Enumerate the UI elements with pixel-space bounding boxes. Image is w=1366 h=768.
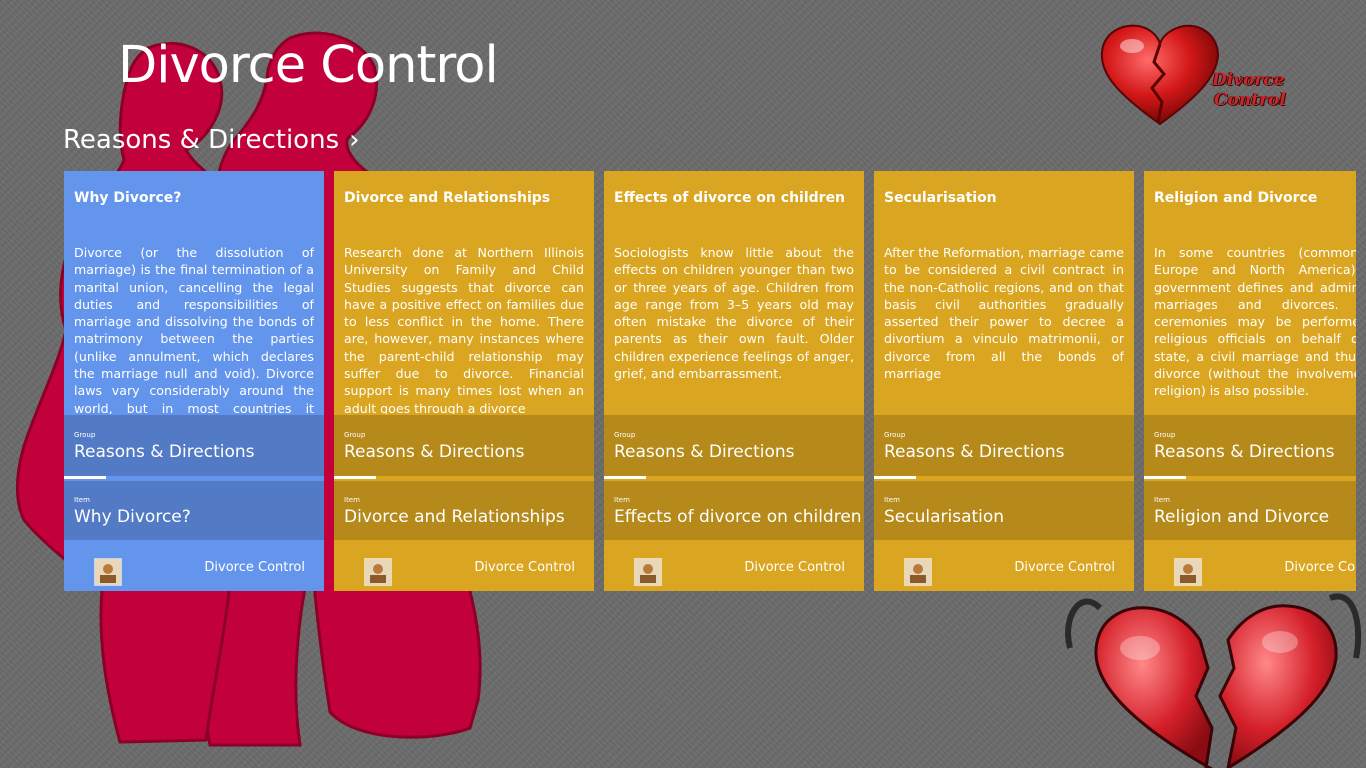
tile-body-text: In some countries (commonly in Europe an… bbox=[1154, 245, 1356, 399]
logo-text: Divorce Control bbox=[1212, 70, 1286, 110]
tile-title: Effects of divorce on children bbox=[614, 190, 846, 206]
wedding-cake-icon bbox=[364, 558, 392, 586]
tile-item-band: Item Secularisation bbox=[874, 481, 1134, 540]
group-header-label: Reasons & Directions bbox=[63, 125, 340, 155]
tile-progress-bar bbox=[874, 476, 916, 479]
tile-progress-bar bbox=[64, 476, 106, 479]
app-title: Divorce Control bbox=[118, 36, 499, 95]
tile-title: Divorce and Relationships bbox=[344, 190, 551, 206]
tile-app-name: Divorce Control bbox=[744, 560, 845, 575]
tile-app-name: Divorce Control bbox=[1014, 560, 1115, 575]
tile-progress-bar bbox=[334, 476, 376, 479]
tile-title: Religion and Divorce bbox=[1154, 190, 1318, 206]
tile-group-band: Group Reasons & Directions bbox=[874, 415, 1134, 476]
logo-line-2: Control bbox=[1214, 90, 1286, 110]
couple-icon bbox=[904, 558, 932, 586]
group-value: Reasons & Directions bbox=[344, 442, 525, 462]
item-value: Effects of divorce on children bbox=[614, 507, 862, 527]
tile-5[interactable]: Religion and Divorce In some countries (… bbox=[1144, 171, 1356, 591]
tile-2[interactable]: Divorce and Relationships Research done … bbox=[334, 171, 594, 591]
group-caption: Group bbox=[344, 431, 366, 439]
logo-line-1: Divorce bbox=[1212, 70, 1285, 90]
item-caption: Item bbox=[1154, 496, 1170, 504]
item-caption: Item bbox=[344, 496, 360, 504]
tile-1[interactable]: Why Divorce? Divorce (or the dissolution… bbox=[64, 171, 324, 591]
broken-heart-illustration-icon bbox=[1065, 593, 1362, 768]
item-caption: Item bbox=[884, 496, 900, 504]
tile-group-band: Group Reasons & Directions bbox=[64, 415, 324, 476]
tile-item-band: Item Divorce and Relationships bbox=[334, 481, 594, 540]
tile-app-name: Divorce Control bbox=[204, 560, 305, 575]
group-caption: Group bbox=[74, 431, 96, 439]
tile-progress-bar bbox=[604, 476, 646, 479]
tile-title: Why Divorce? bbox=[74, 190, 182, 206]
group-value: Reasons & Directions bbox=[74, 442, 255, 462]
tile-group-band: Group Reasons & Directions bbox=[604, 415, 864, 476]
tile-title: Secularisation bbox=[884, 190, 997, 206]
group-header-link[interactable]: Reasons & Directions › bbox=[63, 125, 360, 155]
tile-group-band: Group Reasons & Directions bbox=[1144, 415, 1356, 476]
group-value: Reasons & Directions bbox=[884, 442, 1065, 462]
item-caption: Item bbox=[74, 496, 90, 504]
group-caption: Group bbox=[614, 431, 636, 439]
tile-item-band: Item Religion and Divorce bbox=[1144, 481, 1356, 540]
handshake-icon bbox=[94, 558, 122, 586]
tile-3[interactable]: Effects of divorce on children Sociologi… bbox=[604, 171, 864, 591]
item-value: Religion and Divorce bbox=[1154, 507, 1330, 527]
tile-progress-bar bbox=[1144, 476, 1186, 479]
group-value: Reasons & Directions bbox=[614, 442, 795, 462]
item-caption: Item bbox=[614, 496, 630, 504]
tile-body-text: Sociologists know little about the effec… bbox=[614, 245, 854, 382]
item-value: Why Divorce? bbox=[74, 507, 191, 527]
tile-grid: Why Divorce? Divorce (or the dissolution… bbox=[64, 171, 1356, 591]
tile-4[interactable]: Secularisation After the Reformation, ma… bbox=[874, 171, 1134, 591]
tile-body-text: Divorce (or the dissolution of marriage)… bbox=[74, 245, 314, 414]
tile-item-band: Item Why Divorce? bbox=[64, 481, 324, 540]
group-caption: Group bbox=[884, 431, 906, 439]
item-value: Secularisation bbox=[884, 507, 1005, 527]
tile-group-band: Group Reasons & Directions bbox=[334, 415, 594, 476]
family-icon bbox=[634, 558, 662, 586]
group-value: Reasons & Directions bbox=[1154, 442, 1335, 462]
tile-item-band: Item Effects of divorce on children bbox=[604, 481, 864, 540]
tile-body-text: After the Reformation, marriage came to … bbox=[884, 245, 1124, 382]
tile-app-name: Divorce Control bbox=[474, 560, 575, 575]
group-caption: Group bbox=[1154, 431, 1176, 439]
tile-body-text: Research done at Northern Illinois Unive… bbox=[344, 245, 584, 414]
chevron-right-icon: › bbox=[349, 125, 360, 155]
item-value: Divorce and Relationships bbox=[344, 507, 565, 527]
tile-app-name: Divorce Control bbox=[1284, 560, 1356, 575]
